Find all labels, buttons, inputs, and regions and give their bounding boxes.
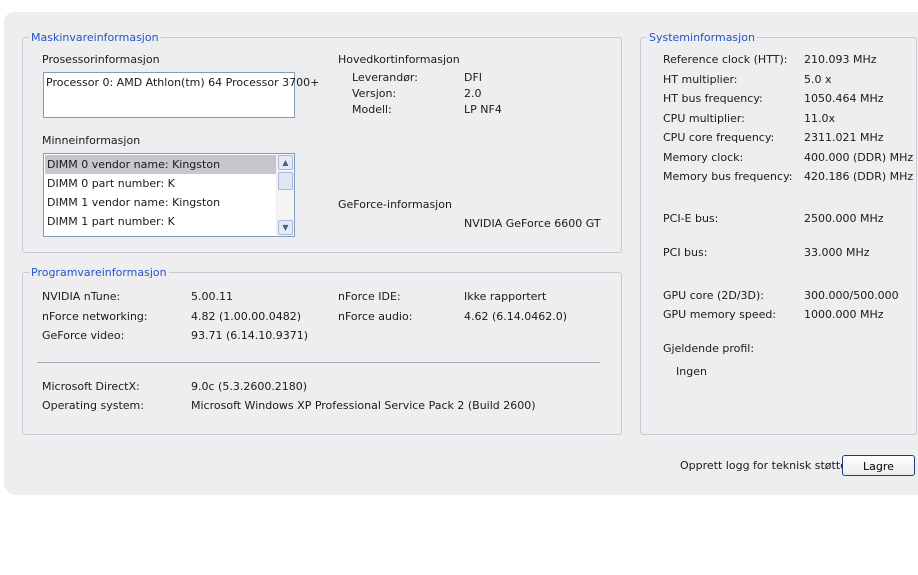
- geforce-value: NVIDIA GeForce 6600 GT: [464, 217, 601, 230]
- ht-multiplier-key: HT multiplier:: [663, 73, 738, 86]
- os-value: Microsoft Windows XP Professional Servic…: [191, 399, 536, 412]
- ht-bus-key: HT bus frequency:: [663, 92, 763, 105]
- log-label: Opprett logg for teknisk støtte:: [680, 459, 851, 472]
- ht-multiplier-value: 5.0 x: [804, 73, 832, 86]
- divider: [37, 362, 600, 363]
- memory-listbox[interactable]: DIMM 0 vendor name: Kingston DIMM 0 part…: [43, 153, 295, 237]
- list-item[interactable]: DIMM 1 vendor name: Kingston: [45, 193, 278, 212]
- gpu-memory-key: GPU memory speed:: [663, 308, 777, 321]
- motherboard-model-key: Modell:: [352, 103, 392, 116]
- os-key: Operating system:: [42, 399, 144, 412]
- networking-value: 4.82 (1.00.00.0482): [191, 310, 302, 323]
- list-item[interactable]: DIMM 0 part number: K: [45, 174, 278, 193]
- profile-label: Gjeldende profil:: [663, 342, 755, 355]
- nforce-audio-value: 4.62 (6.14.0462.0): [464, 310, 568, 323]
- ntune-value: 5.00.11: [191, 290, 233, 303]
- hardware-legend: Maskinvareinformasjon: [31, 31, 159, 44]
- chevron-up-icon[interactable]: ▲: [278, 155, 293, 170]
- motherboard-vendor-value: DFI: [464, 71, 483, 84]
- pci-bus-key: PCI bus:: [663, 246, 708, 259]
- directx-key: Microsoft DirectX:: [42, 380, 140, 393]
- memory-scrollbar[interactable]: ▲ ▼: [276, 154, 294, 236]
- memory-bus-value: 420.186 (DDR) MHz: [804, 170, 914, 183]
- profile-value: Ingen: [676, 365, 707, 378]
- motherboard-vendor-key: Leverandør:: [352, 71, 418, 84]
- gpu-memory-value: 1000.000 MHz: [804, 308, 884, 321]
- gpu-core-key: GPU core (2D/3D):: [663, 289, 764, 302]
- ht-bus-value: 1050.464 MHz: [804, 92, 884, 105]
- directx-value: 9.0c (5.3.2600.2180): [191, 380, 308, 393]
- memory-clock-value: 400.000 (DDR) MHz: [804, 151, 914, 164]
- cpu-core-value: 2311.021 MHz: [804, 131, 884, 144]
- system-legend: Systeminformasjon: [649, 31, 755, 44]
- memory-label: Minneinformasjon: [42, 134, 141, 147]
- scrollbar-thumb[interactable]: [278, 172, 293, 190]
- list-item[interactable]: DIMM 1 part number: K: [45, 212, 278, 231]
- memory-bus-key: Memory bus frequency:: [663, 170, 793, 183]
- motherboard-label: Hovedkortinformasjon: [338, 53, 460, 66]
- pci-bus-value: 33.000 MHz: [804, 246, 870, 259]
- motherboard-version-value: 2.0: [464, 87, 482, 100]
- motherboard-model-value: LP NF4: [464, 103, 502, 116]
- processor-textbox[interactable]: Processor 0: AMD Athlon(tm) 64 Processor…: [43, 72, 319, 118]
- geforce-label: GeForce-informasjon: [338, 198, 452, 211]
- ref-clock-key: Reference clock (HTT):: [663, 53, 788, 66]
- geforce-video-key: GeForce video:: [42, 329, 125, 342]
- ntune-key: NVIDIA nTune:: [42, 290, 121, 303]
- cpu-multiplier-key: CPU multiplier:: [663, 112, 745, 125]
- processor-value: Processor 0: AMD Athlon(tm) 64 Processor…: [46, 76, 320, 89]
- chevron-down-icon[interactable]: ▼: [278, 220, 293, 235]
- gpu-core-value: 300.000/500.000: [804, 289, 899, 302]
- pcie-bus-key: PCI-E bus:: [663, 212, 719, 225]
- list-item[interactable]: DIMM 0 vendor name: Kingston: [45, 155, 278, 174]
- nforce-audio-key: nForce audio:: [338, 310, 413, 323]
- cpu-multiplier-value: 11.0x: [804, 112, 836, 125]
- software-legend: Programvareinformasjon: [31, 266, 167, 279]
- motherboard-version-key: Versjon:: [352, 87, 397, 100]
- geforce-video-value: 93.71 (6.14.10.9371): [191, 329, 309, 342]
- networking-key: nForce networking:: [42, 310, 148, 323]
- processor-label: Prosessorinformasjon: [42, 53, 160, 66]
- save-log-button[interactable]: Lagre: [842, 455, 915, 476]
- memory-clock-key: Memory clock:: [663, 151, 744, 164]
- pcie-bus-value: 2500.000 MHz: [804, 212, 884, 225]
- nforce-ide-value: Ikke rapportert: [464, 290, 547, 303]
- cpu-core-key: CPU core frequency:: [663, 131, 775, 144]
- nforce-ide-key: nForce IDE:: [338, 290, 401, 303]
- ref-clock-value: 210.093 MHz: [804, 53, 877, 66]
